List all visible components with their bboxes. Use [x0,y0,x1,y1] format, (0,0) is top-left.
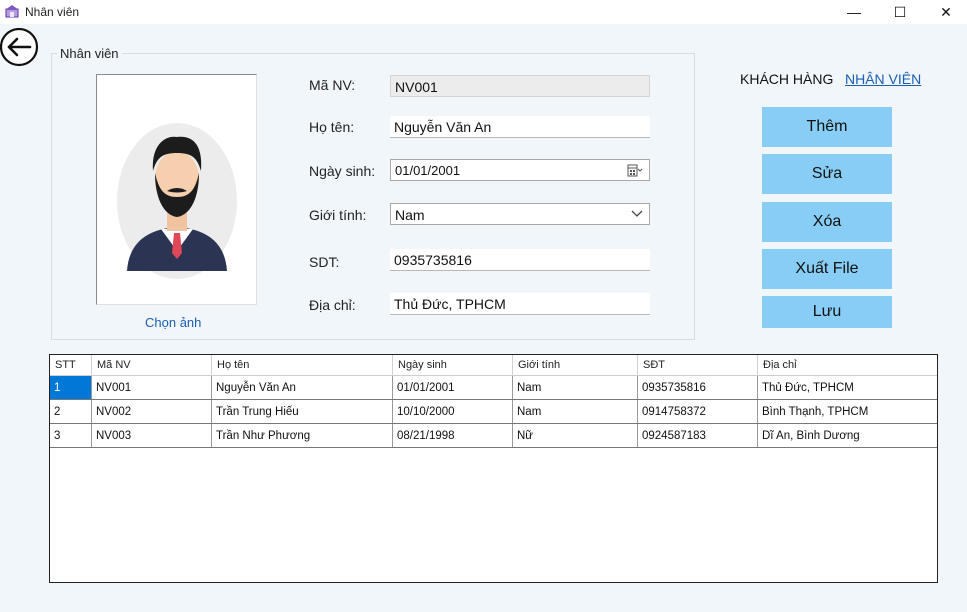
table-cell[interactable]: NV003 [91,424,211,447]
gioi-tinh-label: Giới tính: [309,207,367,223]
close-button[interactable]: ✕ [923,0,967,24]
ho-ten-value: Nguyễn Văn An [394,119,492,135]
column-header[interactable]: STT [50,355,91,376]
column-header[interactable]: Mã NV [91,355,211,376]
column-header[interactable]: Họ tên [211,355,392,376]
table-cell[interactable]: 3 [50,424,91,447]
table-row[interactable]: 2 NV002 Trần Trung Hiếu 10/10/2000 Nam 0… [50,400,937,424]
dia-chi-label: Địa chỉ: [309,297,356,313]
ma-nv-value: NV001 [395,79,438,95]
table-cell[interactable]: Nam [512,400,637,423]
edit-button[interactable]: Sửa [762,154,892,194]
table-cell[interactable]: 2 [50,400,91,423]
table-cell[interactable]: 08/21/1998 [392,424,512,447]
minimize-button[interactable]: — [831,0,877,24]
maximize-button[interactable]: ☐ [877,0,923,24]
table-cell[interactable]: Trần Trung Hiếu [211,400,392,423]
ngay-sinh-value: 01/01/2001 [395,163,461,178]
column-header[interactable]: Địa chỉ [757,355,937,376]
sdt-value: 0935735816 [394,252,472,268]
table-cell[interactable]: 10/10/2000 [392,400,512,423]
table-cell[interactable]: Nam [512,376,637,399]
column-header[interactable]: SĐT [637,355,757,376]
column-header[interactable]: Ngày sinh [392,355,512,376]
chevron-down-icon[interactable] [631,210,643,218]
table-cell[interactable]: NV002 [91,400,211,423]
table-cell[interactable]: Trần Như Phương [211,424,392,447]
sdt-label: SDT: [309,254,340,270]
title-bar: Nhân viên — ☐ ✕ [0,0,967,24]
back-arrow-icon[interactable] [0,28,40,68]
table-row[interactable]: 1 NV001 Nguyễn Văn An 01/01/2001 Nam 093… [50,376,937,400]
ho-ten-input[interactable]: Nguyễn Văn An [390,116,650,138]
app-icon [5,5,19,18]
ho-ten-label: Họ tên: [309,119,355,135]
sdt-input[interactable]: 0935735816 [390,249,650,271]
employee-link[interactable]: NHÂN VIÊN [845,71,921,87]
choose-photo-link[interactable]: Chọn ảnh [145,315,201,330]
table-cell[interactable]: 0924587183 [637,424,757,447]
table-cell[interactable]: NV001 [91,376,211,399]
table-cell[interactable]: Nguyễn Văn An [211,376,392,399]
groupbox-title: Nhân viên [57,46,122,61]
delete-button[interactable]: Xóa [762,202,892,242]
table-cell[interactable]: 0935735816 [637,376,757,399]
ma-nv-label: Mã NV: [309,77,356,93]
table-cell[interactable]: Thủ Đức, TPHCM [757,376,937,399]
employee-table[interactable]: STT Mã NV Họ tên Ngày sinh Giới tính SĐT… [49,354,938,583]
ngay-sinh-picker[interactable]: 01/01/2001 [390,159,650,181]
photo-frame[interactable] [96,74,257,305]
export-file-button[interactable]: Xuất File [762,249,892,289]
person-avatar-icon [117,123,237,279]
dia-chi-value: Thủ Đức, TPHCM [394,296,506,312]
table-header: STT Mã NV Họ tên Ngày sinh Giới tính SĐT… [50,355,937,376]
dia-chi-input[interactable]: Thủ Đức, TPHCM [390,293,650,315]
table-cell[interactable]: Dĩ An, Bình Dương [757,424,937,447]
table-cell[interactable]: 0914758372 [637,400,757,423]
add-button[interactable]: Thêm [762,107,892,147]
gioi-tinh-select[interactable]: Nam [390,203,650,225]
table-cell[interactable]: Bình Thạnh, TPHCM [757,400,937,423]
ma-nv-input[interactable]: NV001 [390,75,650,97]
table-row[interactable]: 3 NV003 Trần Như Phương 08/21/1998 Nữ 09… [50,424,937,448]
window-title: Nhân viên [25,5,80,19]
save-button[interactable]: Lưu [762,296,892,328]
column-header[interactable]: Giới tính [512,355,637,376]
ngay-sinh-label: Ngày sinh: [309,163,376,179]
table-cell[interactable]: 01/01/2001 [392,376,512,399]
table-cell[interactable]: 1 [50,376,91,399]
table-cell[interactable]: Nữ [512,424,637,447]
calendar-icon[interactable] [627,164,643,177]
gioi-tinh-value: Nam [395,207,425,223]
customer-link[interactable]: KHÁCH HÀNG [740,71,833,87]
